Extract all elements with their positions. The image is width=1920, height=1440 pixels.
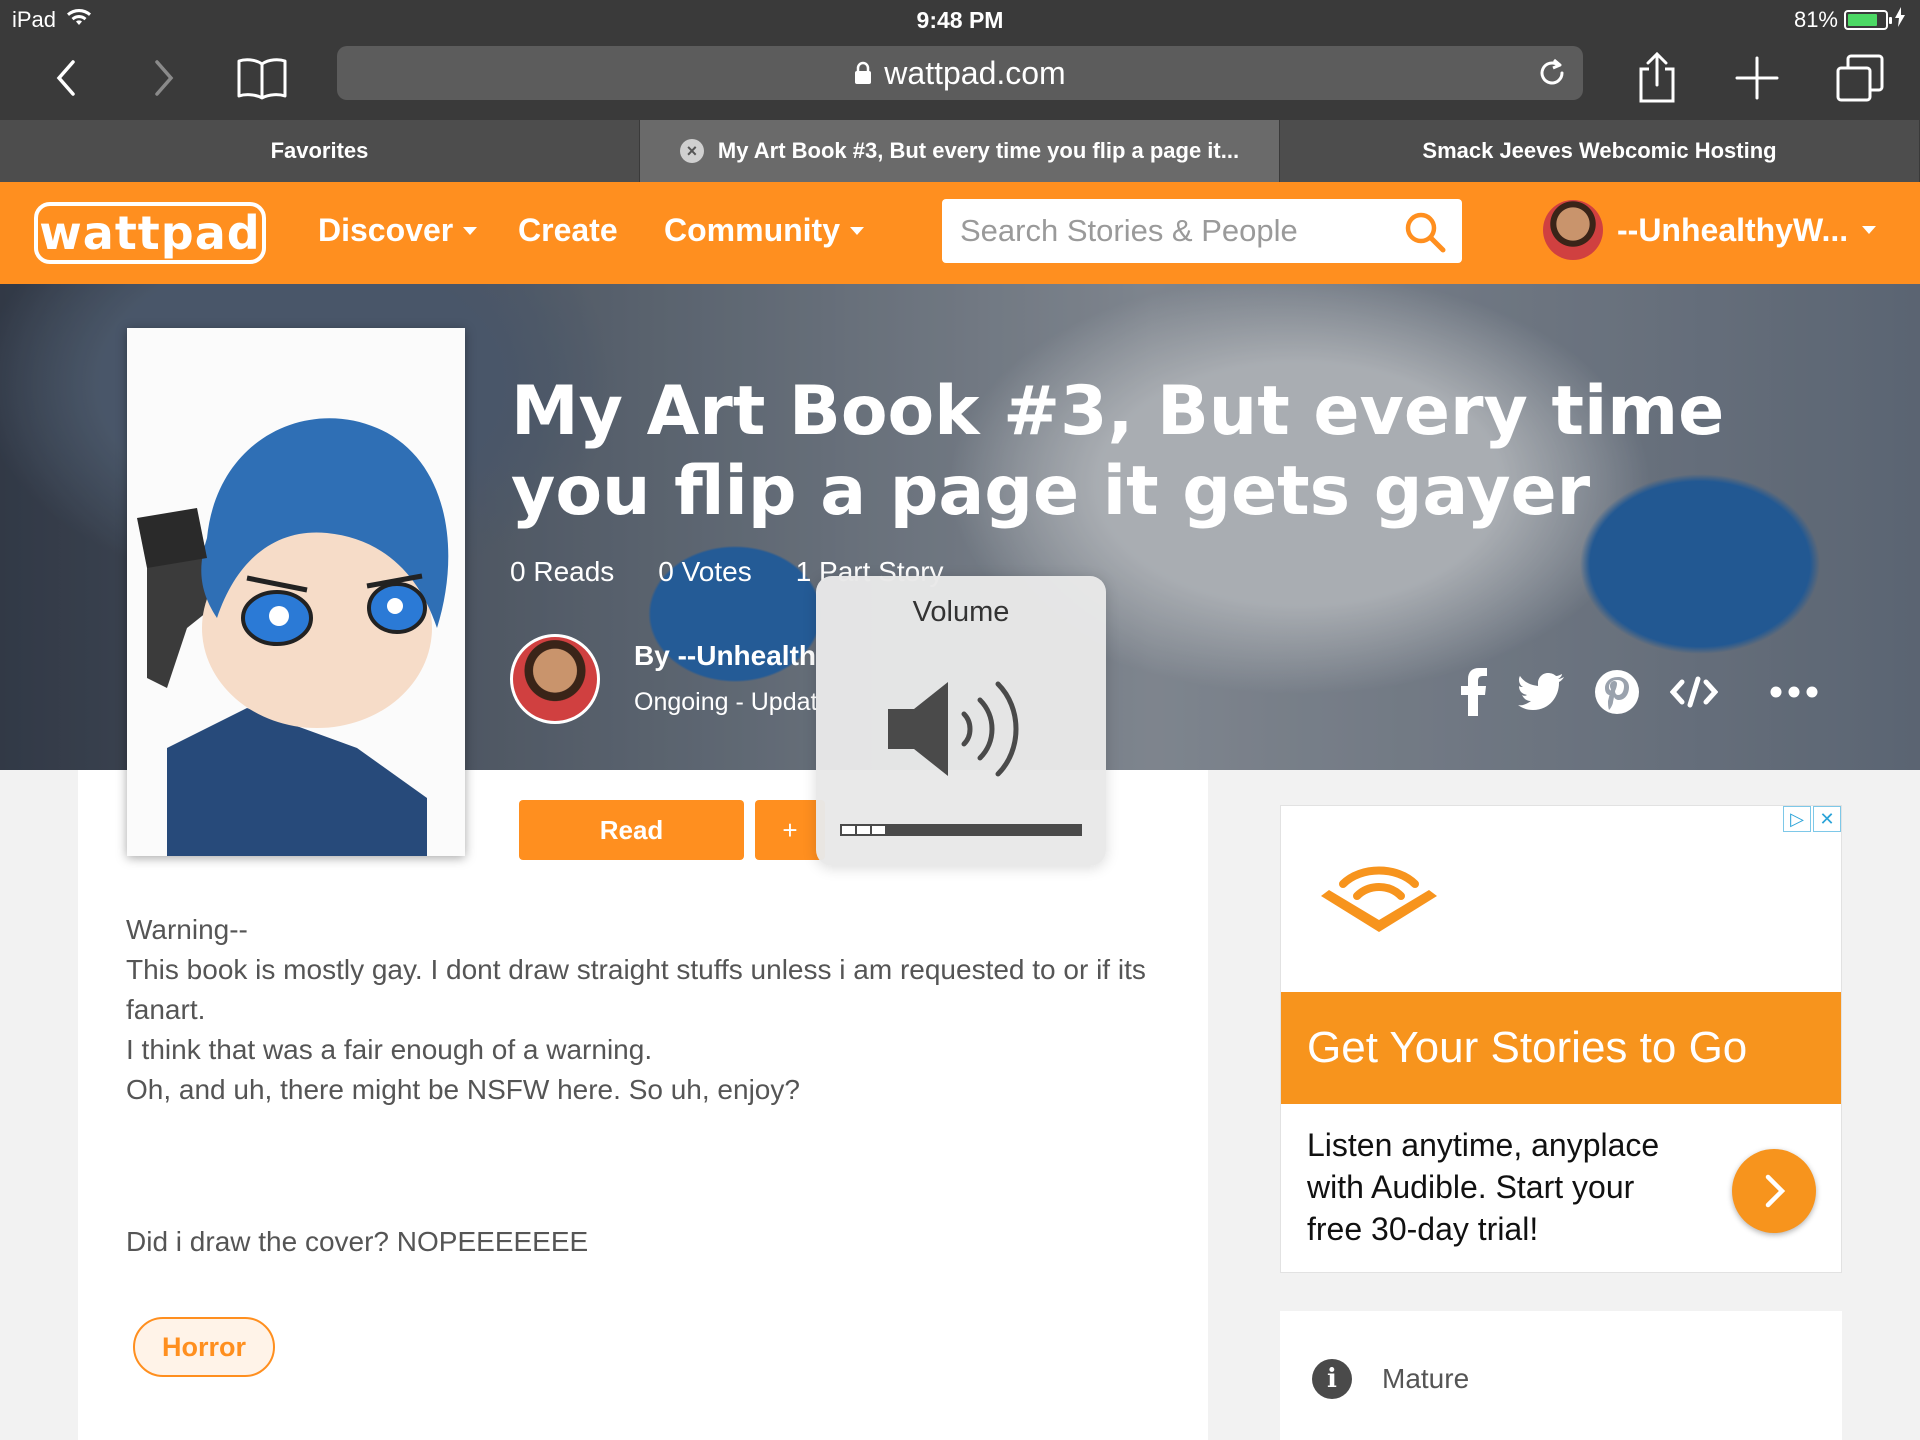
share-links — [1460, 668, 1818, 721]
embed-code-icon[interactable] — [1669, 676, 1719, 713]
tab-label: Smack Jeeves Webcomic Hosting — [1422, 138, 1777, 163]
author-avatar[interactable] — [510, 634, 600, 724]
description-line: I think that was a fair enough of a warn… — [126, 1034, 653, 1065]
chevron-right-icon — [155, 60, 174, 96]
info-icon: i — [1312, 1359, 1352, 1399]
close-icon[interactable]: ✕ — [1813, 806, 1841, 832]
description-line: Did i draw the cover? NOPEEEEEEE — [126, 1226, 589, 1257]
nav-community[interactable]: Community — [664, 212, 864, 249]
new-tab-button[interactable] — [1727, 50, 1787, 106]
author-name[interactable]: By --Unhealth — [634, 640, 816, 672]
volume-segment — [842, 826, 855, 834]
ad-cta-button[interactable] — [1732, 1149, 1816, 1233]
site-header: wattpad Discover Create Community --Unhe… — [0, 182, 1920, 284]
search-icon[interactable] — [1404, 211, 1446, 258]
caret-down-icon — [463, 226, 478, 235]
content-rating: Mature — [1382, 1363, 1470, 1394]
ad-choices[interactable]: ▷ ✕ — [1783, 806, 1841, 832]
share-button[interactable] — [1627, 50, 1687, 106]
forward-button[interactable] — [134, 50, 194, 106]
votes-count: 0 Votes — [658, 556, 752, 587]
pinterest-icon[interactable] — [1594, 669, 1640, 720]
lock-icon — [855, 61, 872, 84]
story-cover[interactable] — [127, 328, 465, 856]
chevron-left-icon — [56, 60, 75, 96]
caret-down-icon — [1862, 226, 1877, 234]
nav-label: Create — [518, 212, 618, 248]
url-text: wattpad.com — [884, 54, 1066, 91]
story-info-panel: i Mature — [1280, 1311, 1842, 1440]
ad-body-text: Listen anytime, anyplace with Audible. S… — [1307, 1127, 1660, 1247]
share-icon — [1639, 51, 1675, 103]
plus-icon — [1735, 56, 1779, 100]
nav-create[interactable]: Create — [518, 212, 618, 249]
battery-icon — [1844, 10, 1892, 30]
bookmarks-button[interactable] — [232, 50, 292, 106]
nav-label: Discover — [318, 212, 454, 248]
tab-label: My Art Book #3, But every time you flip … — [717, 138, 1240, 163]
volume-segment — [872, 826, 885, 834]
browser-toolbar: wattpad.com — [0, 38, 1920, 120]
audible-logo-icon — [1321, 866, 1437, 932]
ad-headline: Get Your Stories to Go — [1281, 992, 1841, 1104]
clock: 9:48 PM — [916, 7, 1004, 33]
battery-percent: 81% — [1793, 7, 1838, 32]
tag-horror[interactable]: Horror — [133, 1317, 275, 1377]
charging-icon — [1894, 7, 1906, 33]
address-bar[interactable]: wattpad.com — [337, 46, 1583, 100]
story-status: Ongoing - Updat — [634, 688, 818, 716]
twitter-icon[interactable] — [1518, 672, 1564, 717]
chevron-right-icon — [1765, 1174, 1786, 1208]
description-line: This book is mostly gay. I dont draw str… — [126, 954, 1154, 1025]
caret-down-icon — [850, 226, 864, 235]
tab-bar: Favorites × My Art Book #3, But every ti… — [0, 120, 1920, 182]
book-icon — [237, 58, 287, 100]
description-line: Warning-- — [126, 914, 248, 945]
story-description: Warning-- This book is mostly gay. I don… — [126, 910, 1186, 1110]
search-box — [942, 199, 1462, 263]
reads-count: 0 Reads — [510, 556, 615, 587]
facebook-icon[interactable] — [1460, 668, 1488, 721]
close-tab-icon[interactable]: × — [679, 139, 704, 163]
volume-level-bar — [840, 824, 1082, 836]
status-bar: iPad 9:48 PM 81% — [0, 0, 1920, 38]
user-menu[interactable]: --UnhealthyW... — [1543, 200, 1877, 260]
adchoices-icon[interactable]: ▷ — [1783, 806, 1811, 832]
tabs-icon — [1836, 54, 1884, 102]
username: --UnhealthyW... — [1617, 211, 1849, 248]
add-to-library-button[interactable]: + — [755, 800, 825, 860]
tab-smack-jeeves[interactable]: Smack Jeeves Webcomic Hosting — [1280, 120, 1920, 182]
search-input[interactable] — [942, 199, 1382, 263]
volume-label: Volume — [912, 596, 1010, 628]
volume-segment — [857, 826, 870, 834]
story-title: My Art Book #3, But every time you flip … — [511, 372, 1725, 531]
tab-current[interactable]: × My Art Book #3, But every time you fli… — [640, 120, 1280, 182]
nav-label: Community — [664, 212, 840, 248]
description-line: Oh, and uh, there might be NSFW here. So… — [126, 1074, 800, 1105]
tab-label: Favorites — [270, 138, 369, 163]
back-button[interactable] — [36, 50, 96, 106]
avatar — [1543, 200, 1603, 260]
tab-favorites[interactable]: Favorites — [0, 120, 640, 182]
volume-hud: Volume — [816, 576, 1106, 866]
tabs-overview-button[interactable] — [1830, 50, 1890, 106]
speaker-icon — [888, 681, 1019, 777]
reload-icon[interactable] — [1537, 58, 1567, 96]
nav-discover[interactable]: Discover — [318, 212, 478, 249]
more-options-icon[interactable] — [1770, 685, 1818, 704]
wattpad-logo[interactable]: wattpad — [34, 202, 266, 264]
read-button[interactable]: Read — [519, 800, 744, 860]
